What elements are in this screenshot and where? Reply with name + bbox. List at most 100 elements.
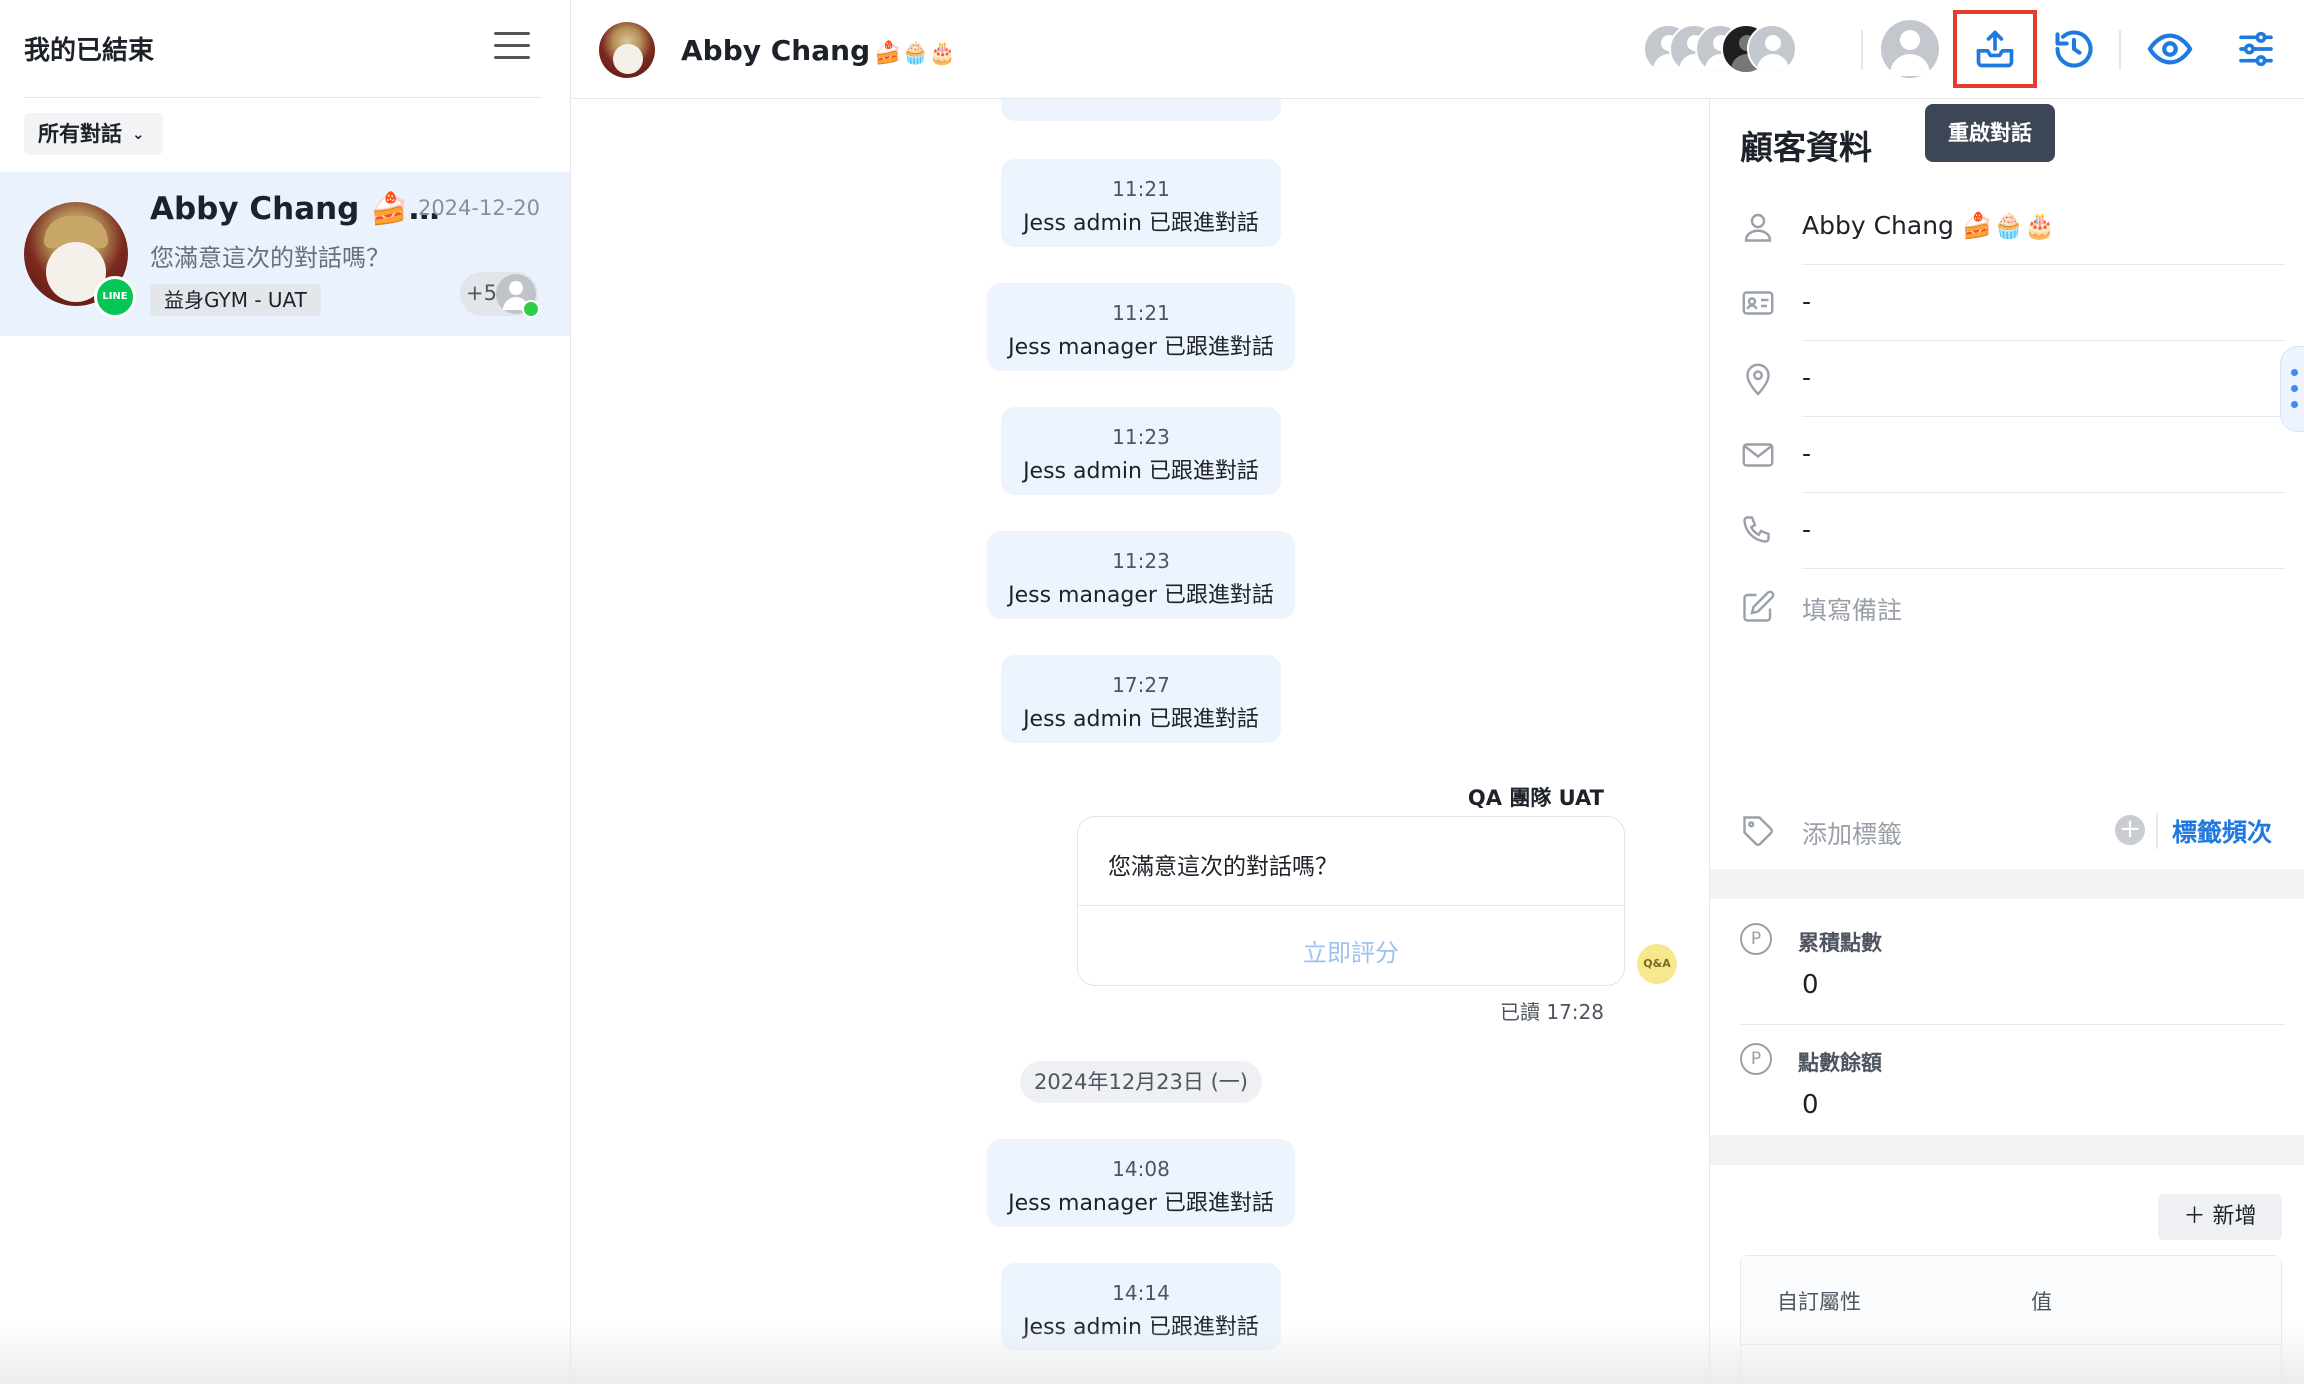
- points-icon: P: [1740, 923, 1772, 955]
- system-message: 11:21 Jess admin 已跟進對話: [1001, 159, 1281, 247]
- customer-id-value: -: [1802, 287, 1812, 316]
- header-name-text: Abby Chang: [681, 34, 871, 67]
- online-status-dot: [522, 300, 540, 318]
- points-icon: P: [1740, 1043, 1772, 1075]
- customer-email-value: -: [1802, 439, 1812, 468]
- inbox-upload-icon: [1976, 30, 2014, 68]
- assignee-group[interactable]: +5: [460, 272, 540, 318]
- section-divider: [1710, 1135, 2304, 1165]
- phone-icon: [1743, 516, 1770, 543]
- message-text: Jess admin 已跟進對話: [1023, 211, 1259, 236]
- accumulated-points-field: P 累積點數 0: [1740, 905, 2285, 1025]
- accumulated-points-value: 0: [1802, 970, 1819, 1000]
- message-text: Jess manager 已跟進對話: [1008, 335, 1274, 360]
- system-message: 14:08 Jess manager 已跟進對話: [987, 1139, 1295, 1227]
- customer-email-field[interactable]: -: [1740, 417, 2285, 493]
- message-time: 11:21: [1112, 301, 1170, 325]
- mail-icon: [1742, 443, 1774, 467]
- customer-phone-value: -: [1802, 515, 1812, 544]
- conversation-date: 2024-12-20: [417, 196, 540, 220]
- rate-now-button[interactable]: 立即評分: [1078, 933, 1624, 968]
- survey-question: 您滿意這次的對話嗎？: [1108, 854, 1338, 880]
- assignee-more-count: +5: [466, 281, 497, 305]
- participant-avatars[interactable]: [1643, 24, 1843, 74]
- customer-id-field[interactable]: -: [1740, 265, 2285, 341]
- point-balance-label: 點數餘額: [1798, 1051, 1882, 1075]
- section-divider: [1710, 869, 2304, 899]
- customer-location-field[interactable]: -: [1740, 341, 2285, 417]
- chat-messages-area[interactable]: 11:21 Jess admin 已跟進對話 11:21 Jess manage…: [571, 99, 1709, 1384]
- custom-attributes-table: 自訂屬性 值: [1740, 1255, 2282, 1384]
- add-tag-plus-icon[interactable]: +: [2115, 815, 2145, 845]
- conversation-list-panel: 我的已結束 所有對話 ⌄ LINE Abby Chang 🍰… 2024-12-2…: [0, 0, 571, 1384]
- add-tag-placeholder[interactable]: 添加標籤: [1802, 815, 1902, 851]
- customer-name-field[interactable]: Abby Chang 🍰🧁🎂: [1740, 189, 2285, 265]
- location-pin-icon: [1746, 363, 1770, 396]
- message-time: 14:14: [1112, 1281, 1170, 1305]
- date-separator: 2024年12月23日 (一): [1020, 1061, 1262, 1103]
- reopen-conversation-button[interactable]: [1953, 10, 2037, 88]
- menu-icon[interactable]: [494, 32, 530, 62]
- message-time: 17:27: [1112, 673, 1170, 697]
- history-icon: [2055, 30, 2093, 68]
- conversation-name: Abby Chang 🍰…: [150, 191, 440, 227]
- conversation-tag: 益身GYM - UAT: [150, 284, 321, 316]
- add-attribute-button[interactable]: ＋ 新增: [2158, 1194, 2282, 1240]
- customer-phone-field[interactable]: -: [1740, 493, 2285, 569]
- side-panel-handle[interactable]: [2280, 346, 2304, 432]
- divider: [1861, 30, 1863, 70]
- conversation-item[interactable]: LINE Abby Chang 🍰… 2024-12-20 您滿意這次的對話嗎？…: [0, 172, 570, 336]
- customer-info-title: 顧客資料: [1740, 128, 1872, 167]
- customer-location-value: -: [1802, 363, 1812, 392]
- conversation-filter-dropdown[interactable]: 所有對話 ⌄: [24, 113, 163, 155]
- header-name-emojis: 🍰🧁🎂: [874, 41, 957, 66]
- system-message: 14:14 Jess admin 已跟進對話: [1001, 1263, 1281, 1351]
- note-placeholder: 填寫備註: [1802, 596, 1903, 625]
- tag-frequency-link[interactable]: 標籤頻次: [2156, 813, 2272, 849]
- message-time: 11:21: [1112, 177, 1170, 201]
- panel-settings-button[interactable]: [2223, 16, 2289, 82]
- divider: [1078, 905, 1624, 906]
- table-header: 自訂屬性 值: [1741, 1256, 2281, 1345]
- message-text: Jess manager 已跟進對話: [1008, 1191, 1274, 1216]
- chevron-down-icon: ⌄: [132, 125, 145, 143]
- message-time: 11:23: [1112, 425, 1170, 449]
- eye-icon: [2147, 33, 2193, 65]
- assigned-agent-avatar[interactable]: [1881, 20, 1939, 78]
- header-customer-name: Abby Chang 🍰🧁🎂: [681, 34, 956, 67]
- message-sender-name: QA 團隊 UAT: [1467, 786, 1604, 810]
- edit-icon: [1743, 590, 1775, 622]
- message-text: Jess admin 已跟進對話: [1023, 707, 1259, 732]
- id-card-icon: [1742, 291, 1774, 315]
- participant-avatar-icon: [1747, 24, 1797, 74]
- bot-avatar: Q&A: [1637, 944, 1677, 984]
- customer-info-panel: 顧客資料 Abby Chang 🍰🧁🎂 - - - - 填寫備註 添加標籤 + …: [1709, 99, 2304, 1384]
- system-message-partial: [1001, 99, 1281, 121]
- system-message: 17:27 Jess admin 已跟進對話: [1001, 655, 1281, 743]
- tag-row: 添加標籤 + 標籤頻次: [1740, 799, 2285, 869]
- system-message: 11:23 Jess manager 已跟進對話: [987, 531, 1295, 619]
- divider: [2119, 30, 2121, 70]
- header-customer-avatar[interactable]: [599, 22, 655, 78]
- chat-header: Abby Chang 🍰🧁🎂: [571, 0, 2304, 99]
- conversation-preview: 您滿意這次的對話嗎？: [150, 244, 390, 272]
- column-header-attribute: 自訂屬性: [1777, 1290, 1861, 1314]
- message-time: 11:23: [1112, 549, 1170, 573]
- reopen-tooltip: 重啟對話: [1925, 104, 2055, 162]
- view-button[interactable]: [2137, 16, 2203, 82]
- message-text: Jess admin 已跟進對話: [1023, 1315, 1259, 1340]
- point-balance-value: 0: [1802, 1090, 1819, 1120]
- read-status: 已讀 17:28: [1500, 1000, 1604, 1024]
- point-balance-field: P 點數餘額 0: [1740, 1025, 2285, 1145]
- column-header-value: 值: [2031, 1290, 2052, 1314]
- customer-name-value: Abby Chang 🍰🧁🎂: [1802, 211, 2056, 240]
- accumulated-points-label: 累積點數: [1798, 931, 1882, 955]
- sliders-icon: [2239, 31, 2273, 67]
- list-title: 我的已結束: [24, 36, 155, 66]
- customer-note-field[interactable]: 填寫備註: [1740, 569, 2285, 645]
- filter-label: 所有對話: [38, 122, 122, 146]
- survey-card: 您滿意這次的對話嗎？ 立即評分: [1077, 816, 1625, 986]
- history-button[interactable]: [2041, 16, 2107, 82]
- system-message: 11:21 Jess manager 已跟進對話: [987, 283, 1295, 371]
- line-channel-icon: LINE: [94, 276, 136, 318]
